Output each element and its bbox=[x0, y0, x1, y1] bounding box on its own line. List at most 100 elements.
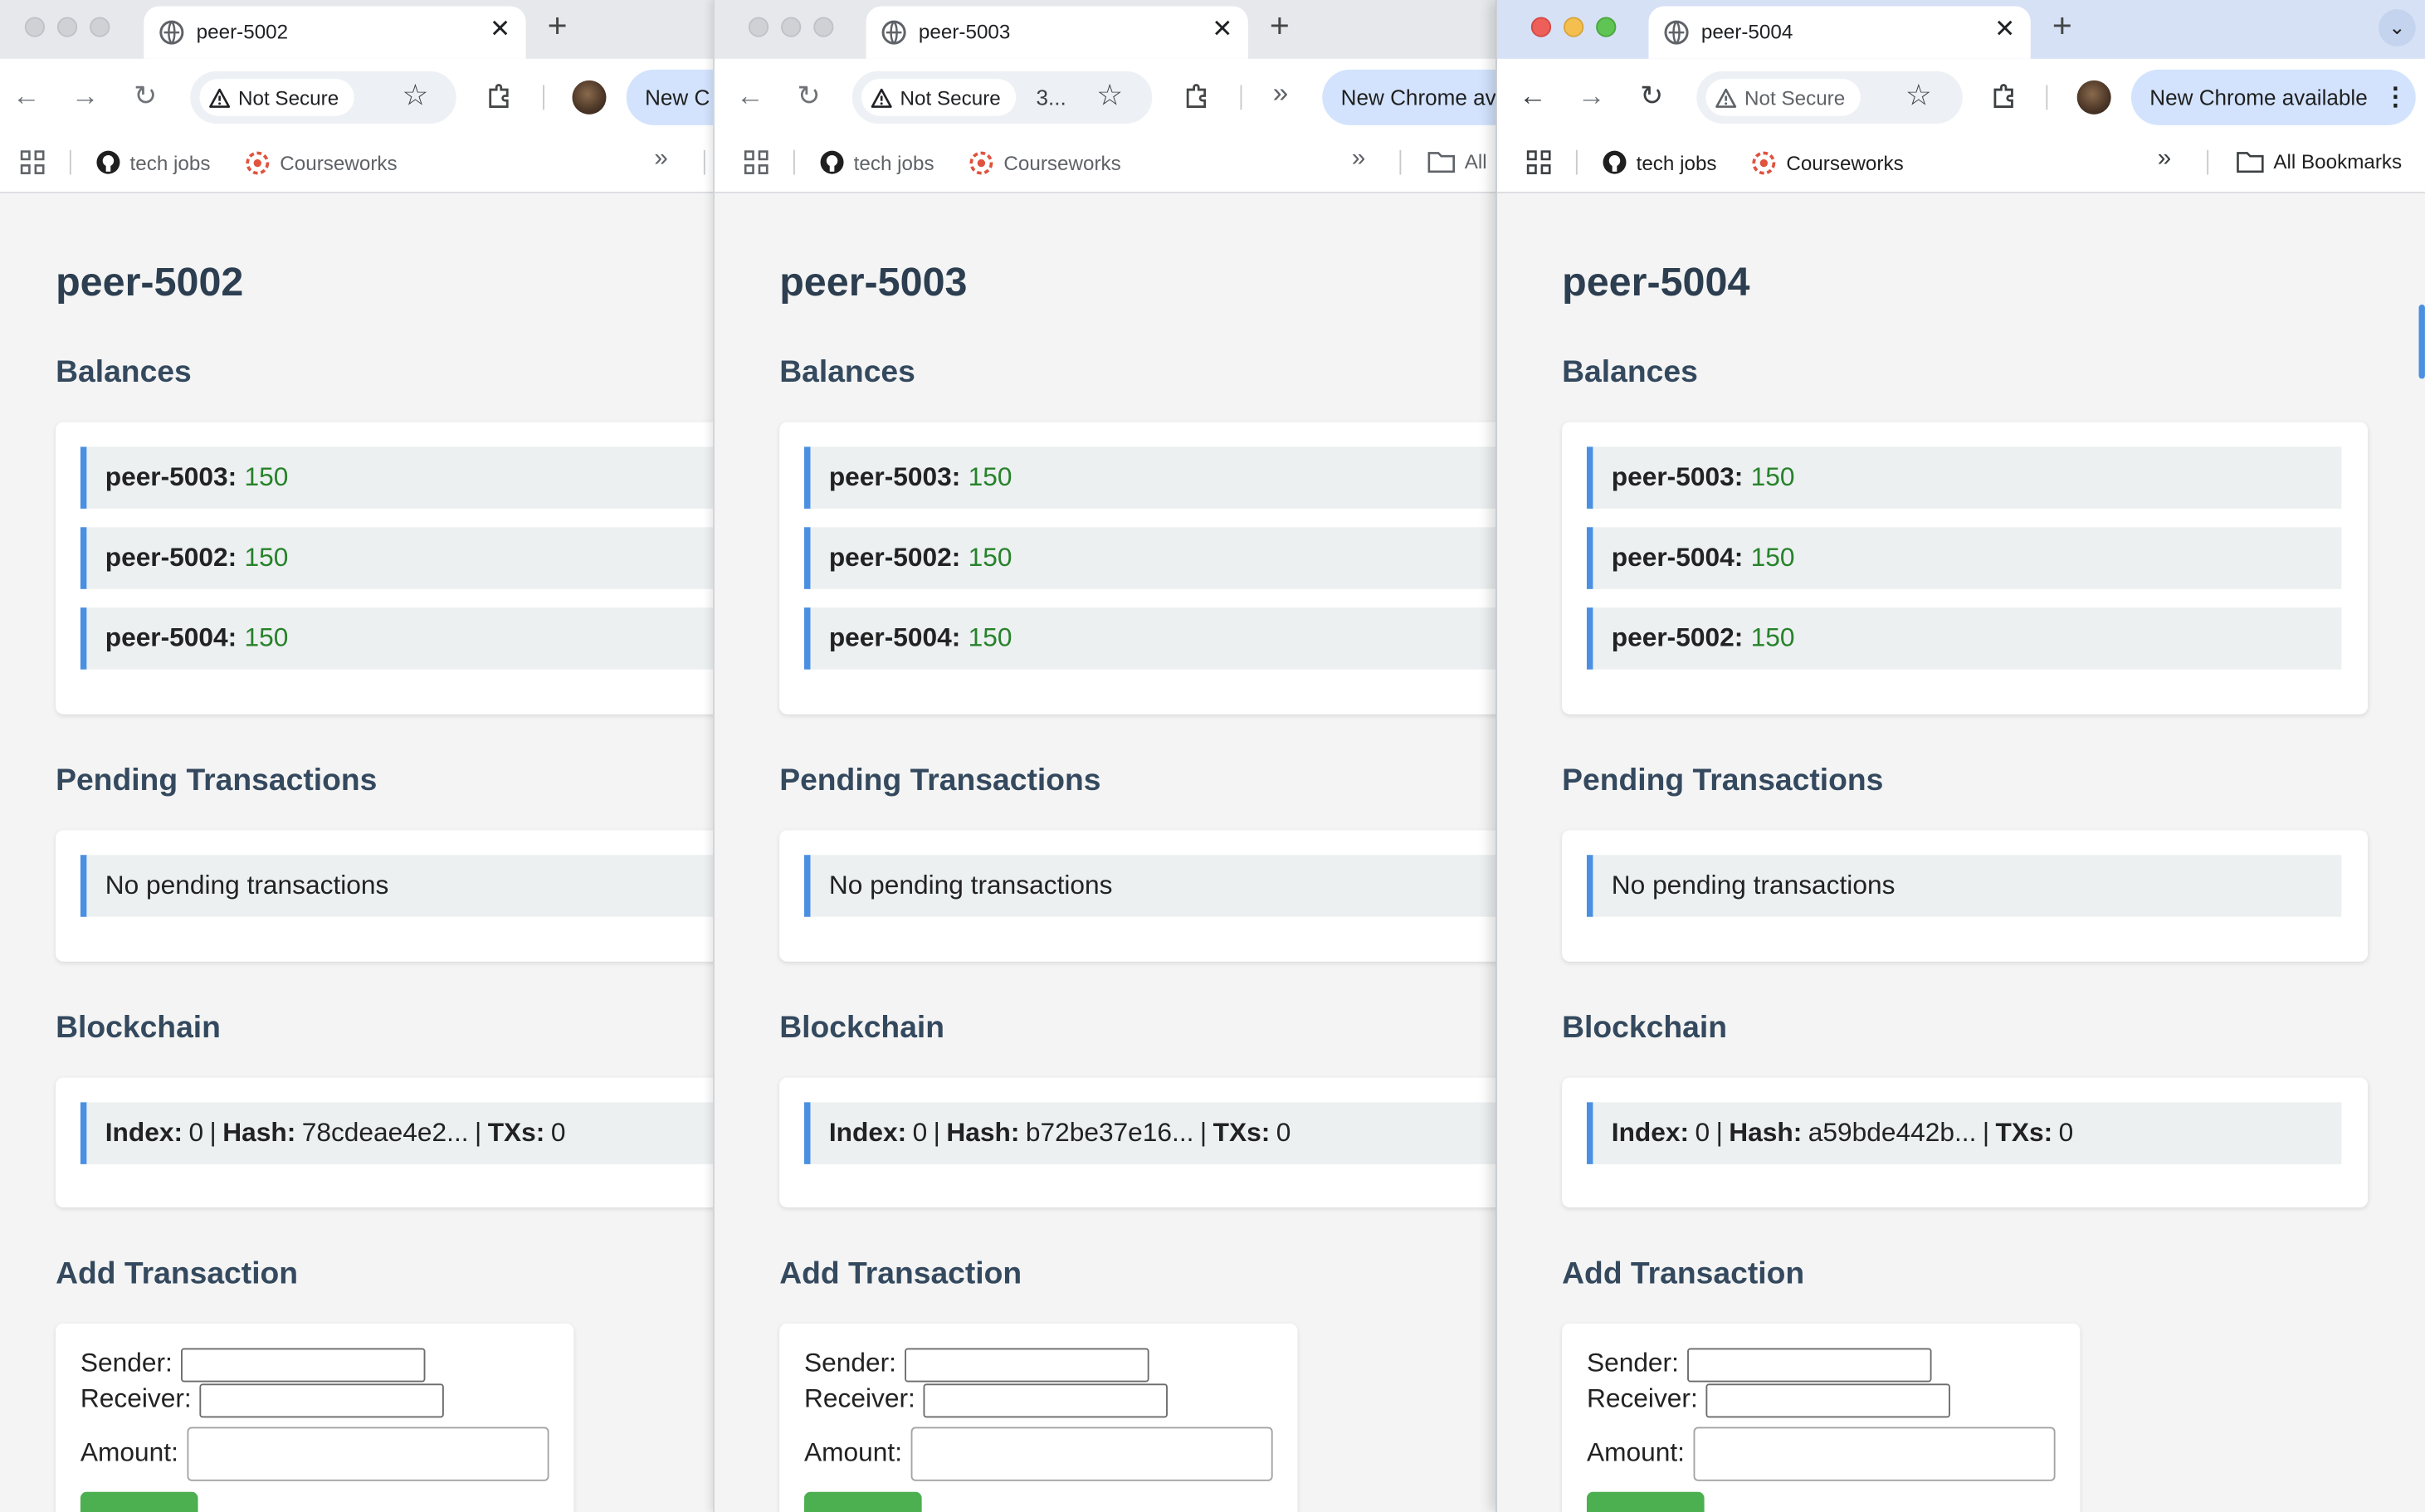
chevron-right-double-icon[interactable]: » bbox=[2158, 145, 2172, 173]
close-tab-icon[interactable]: ✕ bbox=[490, 17, 510, 45]
sender-label: Sender: bbox=[80, 1348, 173, 1378]
tab-title: peer-5003 bbox=[918, 20, 1011, 44]
bookmark-star-icon[interactable]: ☆ bbox=[1096, 80, 1123, 115]
pending-card: No pending transactions bbox=[1562, 830, 2369, 962]
tab-peer-5003[interactable]: peer-5003 ✕ bbox=[866, 6, 1248, 59]
courseworks-icon bbox=[1752, 151, 1776, 175]
not-secure-label: Not Secure bbox=[237, 85, 339, 110]
security-chip[interactable]: Not Secure bbox=[1705, 79, 1861, 116]
amount-input[interactable] bbox=[187, 1427, 549, 1481]
security-chip[interactable]: Not Secure bbox=[861, 79, 1017, 116]
chrome-update-button[interactable]: New Chrome available ⋮ bbox=[2130, 69, 2416, 125]
zoom-window-button[interactable] bbox=[90, 17, 110, 37]
globe-icon bbox=[1664, 20, 1689, 45]
desktop: peer-5002 ✕ + ← → ↻ Not Secure ☆ New C t… bbox=[0, 0, 2425, 1512]
receiver-input[interactable] bbox=[923, 1383, 1168, 1418]
profile-avatar[interactable] bbox=[2076, 80, 2111, 115]
receiver-label: Receiver: bbox=[1586, 1383, 1698, 1413]
reload-icon[interactable]: ↻ bbox=[793, 80, 824, 111]
security-chip[interactable]: Not Secure bbox=[199, 79, 354, 116]
balance-row: peer-5003: 150 bbox=[80, 446, 723, 509]
pending-heading: Pending Transactions bbox=[1562, 763, 1884, 798]
forward-icon[interactable]: → bbox=[1576, 80, 1607, 111]
chevron-right-double-icon[interactable]: » bbox=[1352, 145, 1366, 173]
close-window-button[interactable] bbox=[24, 17, 46, 37]
bookmark-all-bookmarks[interactable]: All bbox=[1427, 150, 1487, 173]
minimize-window-button[interactable] bbox=[1563, 17, 1584, 37]
submit-button[interactable] bbox=[1586, 1491, 1705, 1512]
transaction-form: Sender: Receiver: Amount: bbox=[779, 1323, 1298, 1512]
tab-peer-5002[interactable]: peer-5002 ✕ bbox=[144, 6, 526, 59]
block-row: Index: 0 | Hash: b72be37e16... | TXs: 0 bbox=[804, 1102, 1505, 1164]
bookmarks-divider bbox=[69, 149, 71, 175]
balance-row: peer-5004: 150 bbox=[1586, 527, 2342, 589]
toolbar: ← → ↻ Not Secure ☆ New C bbox=[0, 59, 723, 136]
extensions-icon[interactable] bbox=[485, 82, 514, 110]
bookmark-tech-jobs[interactable]: tech jobs bbox=[96, 150, 211, 175]
back-icon[interactable]: ← bbox=[1517, 80, 1548, 111]
chevron-right-double-icon[interactable]: » bbox=[654, 145, 668, 173]
bookmarks-divider bbox=[2207, 149, 2209, 175]
new-tab-button[interactable]: + bbox=[548, 7, 568, 45]
close-tab-icon[interactable]: ✕ bbox=[1212, 17, 1232, 45]
reload-icon[interactable]: ↻ bbox=[130, 80, 161, 111]
close-window-button[interactable] bbox=[748, 17, 769, 37]
new-tab-button[interactable]: + bbox=[1270, 7, 1290, 45]
close-tab-icon[interactable]: ✕ bbox=[1994, 17, 2015, 45]
sender-input[interactable] bbox=[905, 1348, 1149, 1383]
tab-peer-5004[interactable]: peer-5004 ✕ bbox=[1648, 6, 2031, 59]
toolbar: ← ↻ Not Secure 3... ☆ » New Chrome av bbox=[715, 59, 1505, 136]
zoom-window-button[interactable] bbox=[813, 17, 834, 37]
bookmark-star-icon[interactable]: ☆ bbox=[403, 80, 429, 115]
more-menu-icon[interactable]: ⋮ bbox=[2383, 82, 2408, 113]
tab-strip: peer-5004 ✕ + ⌄ bbox=[1496, 0, 2425, 59]
bookmarks-divider bbox=[703, 149, 705, 175]
submit-button[interactable] bbox=[80, 1491, 198, 1512]
receiver-input[interactable] bbox=[1705, 1383, 1950, 1418]
tab-search-chevron-icon[interactable]: ⌄ bbox=[2379, 9, 2416, 46]
submit-button[interactable] bbox=[804, 1491, 922, 1512]
apps-grid-icon[interactable] bbox=[18, 149, 46, 177]
amount-label: Amount: bbox=[804, 1437, 903, 1467]
address-bar[interactable]: Not Secure ☆ bbox=[190, 71, 456, 124]
bookmark-courseworks[interactable]: Courseworks bbox=[1750, 150, 1904, 177]
browser-chrome: peer-5003 ✕ + ← ↻ Not Secure 3... ☆ » Ne… bbox=[714, 0, 1505, 193]
apps-grid-icon[interactable] bbox=[742, 149, 770, 177]
forward-icon[interactable]: → bbox=[70, 80, 100, 111]
chrome-update-button[interactable]: New C bbox=[626, 69, 723, 125]
close-window-button[interactable] bbox=[1530, 17, 1552, 37]
apps-grid-icon[interactable] bbox=[1525, 149, 1553, 177]
back-icon[interactable]: ← bbox=[734, 80, 765, 111]
chevron-right-double-icon[interactable]: » bbox=[1273, 77, 1289, 110]
minimize-window-button[interactable] bbox=[56, 17, 78, 37]
extensions-icon[interactable] bbox=[1183, 82, 1212, 110]
reload-icon[interactable]: ↻ bbox=[1637, 80, 1667, 111]
bookmark-courseworks[interactable]: Courseworks bbox=[969, 150, 1121, 177]
receiver-input[interactable] bbox=[199, 1383, 444, 1418]
receiver-label: Receiver: bbox=[804, 1383, 915, 1413]
sender-input[interactable] bbox=[1687, 1348, 1932, 1383]
bookmark-courseworks[interactable]: Courseworks bbox=[244, 150, 398, 177]
bookmark-all-bookmarks[interactable]: All Bookmarks bbox=[2237, 150, 2402, 173]
scrollbar-thumb[interactable] bbox=[2418, 305, 2425, 379]
amount-input[interactable] bbox=[910, 1427, 1273, 1481]
sender-input[interactable] bbox=[181, 1348, 426, 1383]
minimize-window-button[interactable] bbox=[781, 17, 802, 37]
profile-avatar[interactable] bbox=[572, 80, 607, 115]
extensions-icon[interactable] bbox=[1990, 82, 2018, 110]
address-bar[interactable]: Not Secure 3... ☆ bbox=[851, 71, 1153, 124]
address-bar[interactable]: Not Secure ☆ bbox=[1696, 71, 1963, 124]
amount-input[interactable] bbox=[1693, 1427, 2056, 1481]
bookmark-tech-jobs[interactable]: tech jobs bbox=[820, 150, 934, 175]
bookmark-star-icon[interactable]: ☆ bbox=[1905, 80, 1932, 115]
blockchain-card: Index: 0 | Hash: b72be37e16... | TXs: 0 bbox=[779, 1077, 1505, 1208]
back-icon[interactable]: ← bbox=[11, 80, 41, 111]
zoom-window-button[interactable] bbox=[1596, 17, 1617, 37]
page-content: peer-5002 Balances peer-5003: 150 peer-50… bbox=[0, 193, 723, 1512]
bookmark-tech-jobs[interactable]: tech jobs bbox=[1603, 150, 1717, 175]
pending-heading: Pending Transactions bbox=[779, 763, 1101, 798]
bookmarks-bar: tech jobs Courseworks » All bbox=[715, 136, 1505, 192]
new-tab-button[interactable]: + bbox=[2052, 7, 2072, 45]
chrome-update-button[interactable]: New Chrome av bbox=[1322, 69, 1505, 125]
balances-heading: Balances bbox=[1562, 355, 1698, 390]
